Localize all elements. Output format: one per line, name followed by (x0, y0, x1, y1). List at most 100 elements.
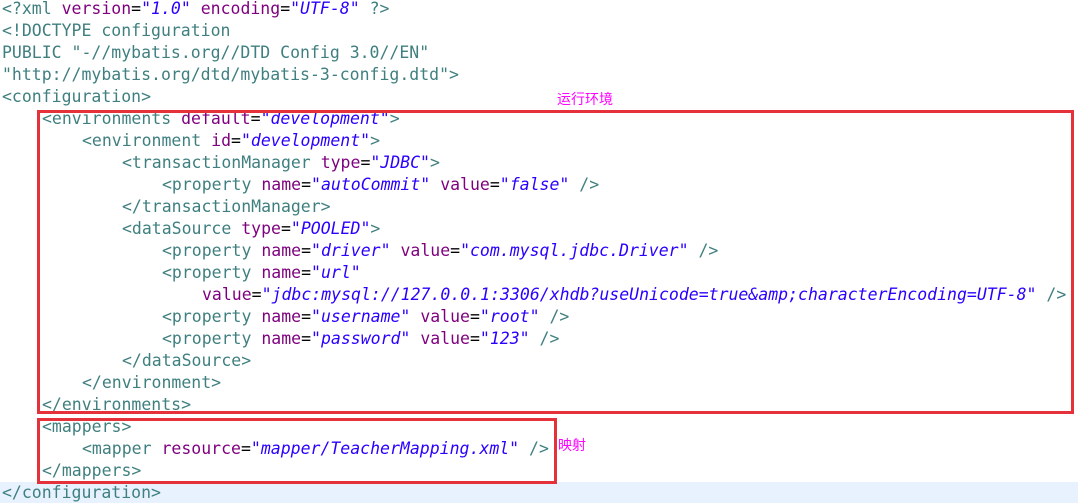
code-token: PUBLIC (2, 43, 72, 62)
code-token: = (301, 241, 312, 260)
code-line[interactable]: <property name="driver" value="com.mysql… (162, 240, 718, 262)
code-token: /> (519, 439, 549, 458)
code-token: ?> (359, 0, 390, 18)
code-token: </environments> (42, 395, 192, 414)
code-line[interactable]: PUBLIC "-//mybatis.org//DTD Config 3.0//… (2, 42, 429, 64)
code-token: </mappers> (42, 461, 142, 480)
code-token: > (370, 219, 381, 238)
code-line[interactable]: <mapper resource="mapper/TeacherMapping.… (82, 438, 549, 460)
code-token: </dataSource> (122, 351, 252, 370)
code-token: value (440, 175, 490, 194)
mappers-annotation: 映射 (558, 438, 586, 454)
code-line[interactable]: <environment id="development"> (82, 130, 380, 152)
code-token: = (450, 241, 461, 260)
code-token: > (389, 109, 400, 128)
code-line[interactable]: <!DOCTYPE configuration (2, 20, 230, 42)
code-token: "username" (311, 307, 411, 326)
code-line[interactable]: </dataSource> (122, 350, 251, 372)
code-token: </environment> (82, 373, 222, 392)
code-line[interactable]: </transactionManager> (122, 196, 331, 218)
code-token: /> (569, 175, 600, 194)
code-token: </transactionManager> (122, 197, 331, 216)
code-token: > (429, 153, 440, 172)
code-token: = (240, 439, 251, 458)
code-line[interactable]: </configuration> (2, 482, 161, 503)
code-token: "com.mysql.jdbc.Driver" (460, 241, 689, 260)
code-token: = (280, 219, 291, 238)
code-token: resource (161, 439, 241, 458)
code-token: <mapper (82, 439, 162, 458)
code-token: = (469, 307, 480, 326)
code-token: <?xml (2, 0, 62, 18)
code-line[interactable]: </environments> (42, 394, 191, 416)
code-line[interactable]: <?xml version="1.0" encoding="UTF-8" ?> (2, 0, 389, 20)
code-token: <mappers> (42, 417, 132, 436)
code-token: type (241, 219, 281, 238)
code-token: /> (539, 307, 570, 326)
code-line[interactable]: <property name="password" value="123" /> (162, 328, 559, 350)
code-line[interactable]: <property name="url" (162, 262, 361, 284)
code-token: <property (162, 175, 262, 194)
code-token: name (261, 307, 302, 326)
code-token: <configuration> (2, 87, 152, 106)
xml-editor[interactable]: <?xml version="1.0" encoding="UTF-8" ?> <… (0, 0, 1078, 503)
code-token: "driver" (311, 241, 391, 260)
code-token: = (301, 175, 312, 194)
code-token: "JDBC" (370, 153, 430, 172)
code-token: = (250, 109, 261, 128)
code-token: <property (162, 329, 262, 348)
code-line[interactable]: </mappers> (42, 460, 141, 482)
code-token: "123" (479, 329, 530, 348)
code-token: value (420, 329, 470, 348)
code-token: version (61, 0, 132, 18)
code-token: name (261, 329, 302, 348)
code-line[interactable]: <property name="autoCommit" value="false… (162, 174, 599, 196)
code-token: > (449, 65, 459, 84)
code-token: </configuration> (2, 483, 161, 502)
code-token: value (202, 285, 252, 304)
code-token: = (301, 263, 312, 282)
code-token: type (320, 153, 361, 172)
code-token: "-//mybatis.org//DTD Config 3.0//EN" (71, 43, 430, 62)
environments-annotation: 运行环境 (557, 92, 613, 108)
code-token: = (280, 0, 291, 18)
code-token: = (301, 329, 312, 348)
code-line[interactable]: <environments default="development"> (42, 108, 400, 130)
code-token: = (251, 285, 262, 304)
code-token: "development" (240, 131, 371, 150)
code-line[interactable]: <property name="username" value="root" /… (162, 306, 569, 328)
code-line[interactable]: "http://mybatis.org/dtd/mybatis-3-config… (2, 64, 459, 86)
code-line[interactable]: value="jdbc:mysql://127.0.0.1:3306/xhdb?… (202, 284, 1066, 306)
code-token: <!DOCTYPE configuration (2, 21, 231, 40)
code-token: = (131, 0, 142, 18)
code-token: "false" (499, 175, 570, 194)
code-line[interactable]: <configuration> (2, 86, 151, 108)
code-token: = (231, 131, 241, 150)
code-token: "POOLED" (290, 219, 371, 238)
code-token: "autoCommit" (311, 175, 431, 194)
code-token: > (370, 131, 381, 150)
code-token: "root" (479, 307, 540, 326)
code-token: "http://mybatis.org/dtd/mybatis-3-config… (2, 65, 450, 84)
code-token: "password" (311, 329, 411, 348)
code-token: <property (162, 241, 262, 260)
code-token: <transactionManager (122, 153, 321, 172)
code-line[interactable]: <mappers> (42, 416, 131, 438)
code-token: "mapper/TeacherMapping.xml" (250, 439, 520, 458)
code-line[interactable]: <transactionManager type="JDBC"> (122, 152, 440, 174)
code-token: /> (688, 241, 719, 260)
code-token: name (261, 241, 302, 260)
code-token: "url" (311, 263, 361, 282)
code-token: <property (162, 263, 262, 282)
code-token: "jdbc:mysql://127.0.0.1:3306/xhdb?useUni… (261, 285, 1037, 304)
code-token: <environment (82, 131, 212, 150)
code-token: "UTF-8" (290, 0, 360, 18)
code-token: /> (529, 329, 560, 348)
code-line[interactable]: <dataSource type="POOLED"> (122, 218, 380, 240)
code-token: <dataSource (122, 219, 242, 238)
code-line[interactable]: </environment> (82, 372, 221, 394)
code-token: default (181, 109, 251, 128)
